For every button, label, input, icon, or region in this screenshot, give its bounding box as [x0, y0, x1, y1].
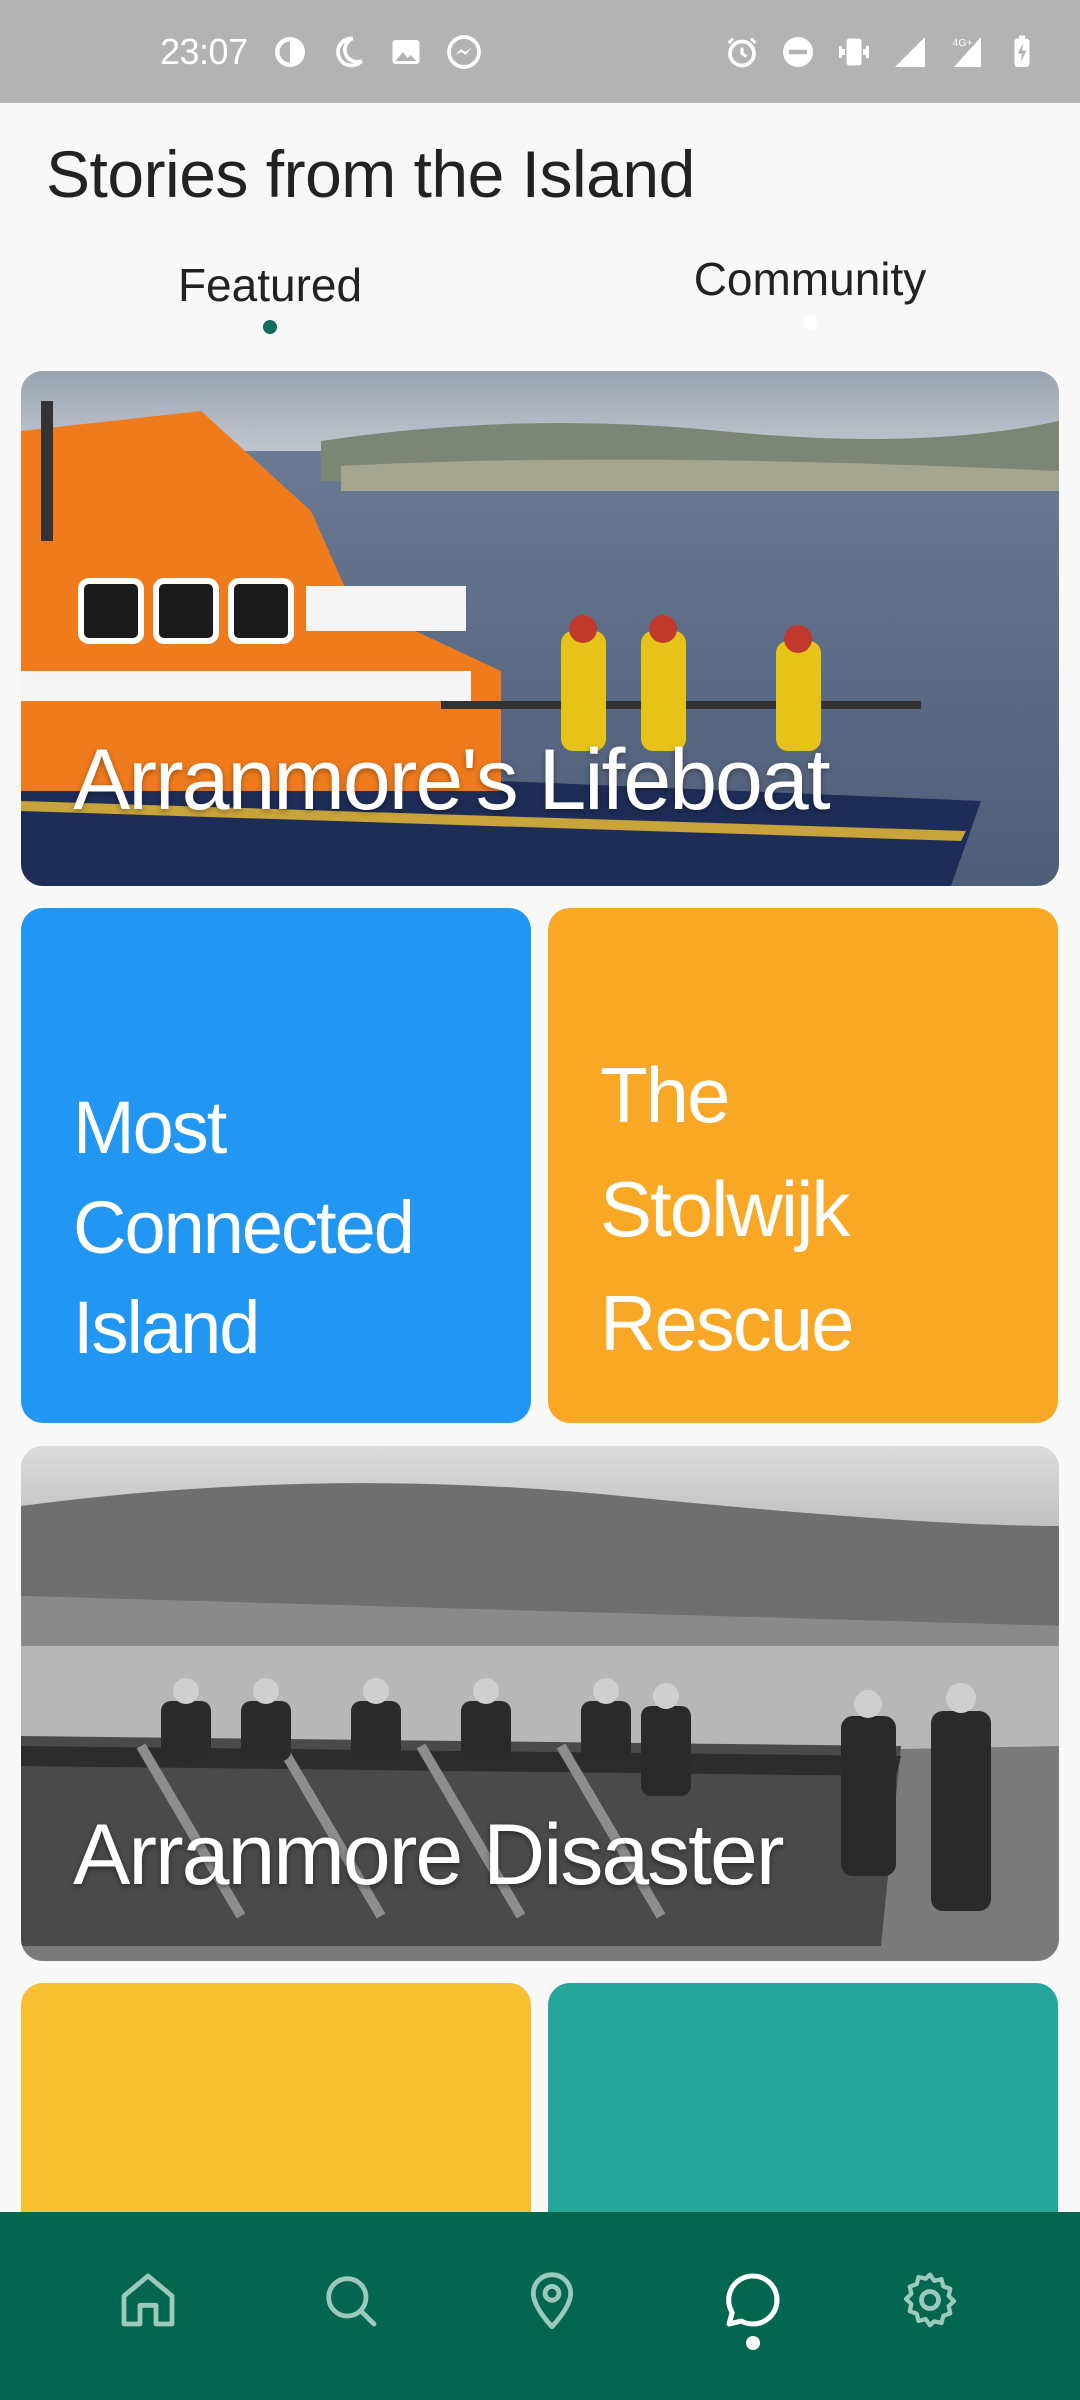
status-icons-left — [272, 34, 482, 70]
tab-indicator-community — [803, 316, 817, 330]
settings-gear-icon — [903, 2272, 957, 2328]
signal-roaming-icon — [892, 34, 928, 70]
status-icons-right: 4G+ — [724, 0, 1040, 103]
card-title: Most Connected Island — [73, 1086, 415, 1369]
minus-circle-icon — [780, 34, 816, 70]
svg-text:4G+: 4G+ — [953, 37, 973, 49]
location-pin-icon — [530, 2272, 574, 2330]
nav-stories-button[interactable] — [713, 2260, 793, 2340]
story-card-stolwijk-rescue[interactable]: The Stolwijk Rescue — [548, 908, 1058, 1423]
page-title: Stories from the Island — [46, 137, 695, 211]
search-icon — [326, 2276, 377, 2327]
status-bar: 23:07 4G+ — [0, 0, 1080, 103]
tab-community[interactable]: Community — [610, 252, 1010, 306]
tab-bar: Featured Community — [0, 248, 1080, 338]
chat-bubble-icon — [726, 2273, 780, 2327]
tab-indicator-featured — [263, 320, 277, 334]
nav-active-indicator — [746, 2336, 760, 2350]
home-icon — [121, 2273, 175, 2327]
data-saver-icon — [272, 34, 308, 70]
tab-featured[interactable]: Featured — [70, 258, 470, 312]
vibrate-icon — [836, 34, 872, 70]
card-title: Arranmore's Lifeboat — [73, 732, 831, 828]
messenger-icon — [446, 34, 482, 70]
card-title: The Stolwijk Rescue — [600, 1051, 854, 1367]
status-time: 23:07 — [160, 30, 248, 72]
nav-settings-button[interactable] — [890, 2260, 970, 2340]
image-icon — [388, 34, 424, 70]
alarm-icon — [724, 34, 760, 70]
story-card-arranmore-disaster[interactable]: Arranmore Disaster — [21, 1446, 1059, 1961]
signal-4g-icon: 4G+ — [948, 34, 984, 70]
nav-map-button[interactable] — [512, 2260, 592, 2340]
card-title: Arranmore Disaster — [73, 1807, 785, 1903]
story-card-most-connected-island[interactable]: Most Connected Island — [21, 908, 531, 1423]
story-card-lifeboat[interactable]: Arranmore's Lifeboat — [21, 371, 1059, 886]
nav-search-button[interactable] — [310, 2260, 390, 2340]
battery-charging-icon — [1004, 34, 1040, 70]
nav-home-button[interactable] — [108, 2260, 188, 2340]
do-not-disturb-moon-icon — [330, 34, 366, 70]
